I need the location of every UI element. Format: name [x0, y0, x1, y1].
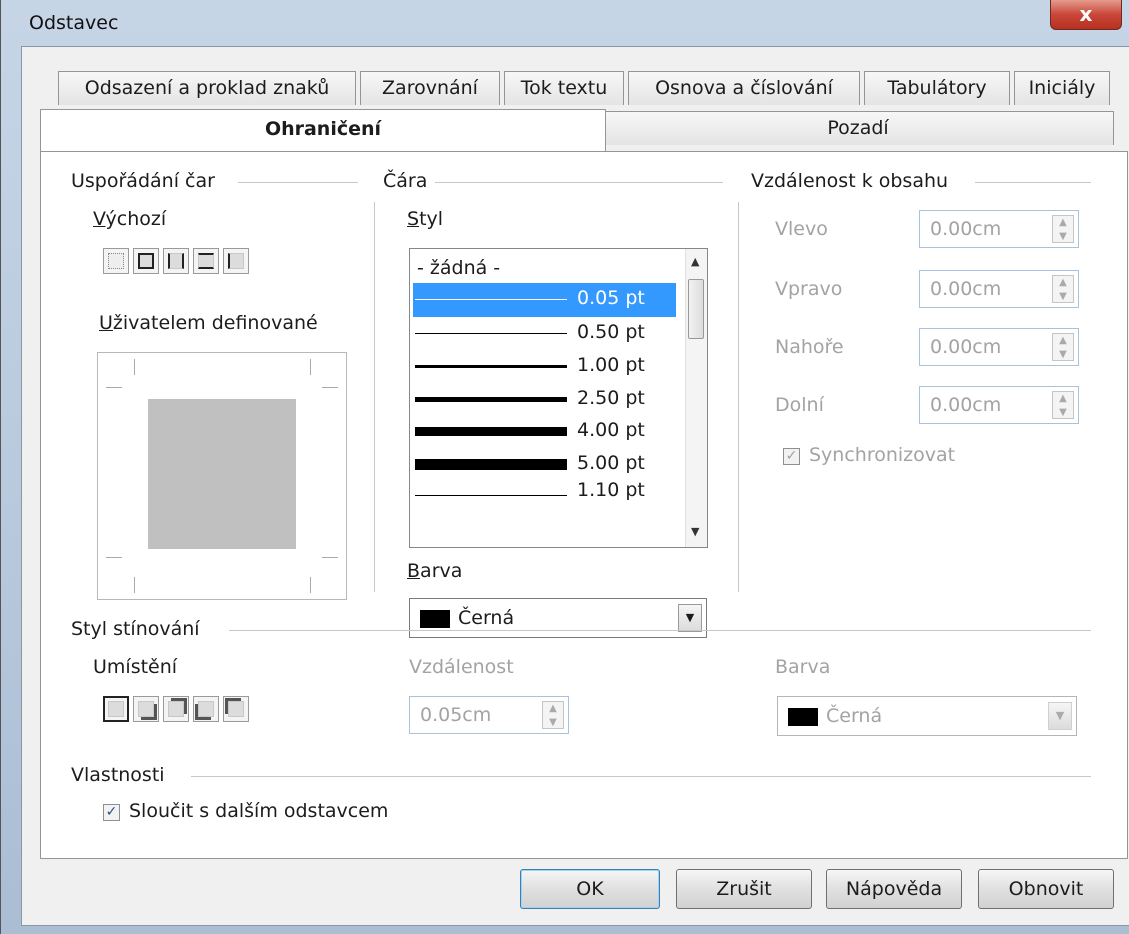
user-defined-label: Uživatelem definované — [99, 312, 318, 334]
preset-left-right-icon[interactable] — [163, 248, 189, 274]
spacing-top-field[interactable]: 0.00cm ▲ ▼ — [919, 328, 1079, 366]
dialog-window: Odstavec x Odsazení a proklad znaků Zaro… — [0, 0, 1129, 934]
preset-top-bottom-icon[interactable] — [193, 248, 219, 274]
line-arrangement-heading: Uspořádání čar — [71, 170, 215, 192]
spacing-bottom-field[interactable]: 0.00cm ▲ ▼ — [919, 386, 1079, 424]
list-item[interactable]: - žádná - — [413, 253, 676, 287]
color-swatch — [788, 708, 818, 726]
spacing-heading: Vzdálenost k obsahu — [751, 170, 949, 192]
sync-checkbox[interactable]: ✓ — [783, 448, 800, 465]
shadow-color-value: Černá — [826, 705, 883, 727]
preset-left-only-icon[interactable] — [223, 248, 249, 274]
divider — [975, 182, 1091, 183]
divider — [191, 776, 1091, 777]
spacing-left-label: Vlevo — [775, 218, 828, 240]
sync-label: Synchronizovat — [809, 444, 956, 466]
list-item[interactable]: 5.00 pt — [413, 448, 676, 482]
close-button[interactable]: x — [1050, 0, 1122, 30]
shadow-distance-field[interactable]: 0.05cm ▲ ▼ — [409, 696, 569, 734]
list-scrollbar[interactable]: ▲ ▼ — [685, 249, 707, 547]
line-style-list[interactable]: - žádná - 0.05 pt 0.50 pt 1.00 pt 2.50 p… — [409, 248, 708, 548]
spacing-bottom-label: Dolní — [775, 394, 824, 416]
list-item[interactable]: 1.00 pt — [413, 350, 676, 384]
tab-text-flow[interactable]: Tok textu — [504, 71, 624, 105]
scroll-up-arrow-icon[interactable]: ▲ — [691, 255, 699, 268]
line-color-label: Barva — [407, 560, 463, 582]
merge-label: Sloučit s dalším odstavcem — [129, 800, 389, 822]
shadow-top-left-icon[interactable] — [223, 696, 249, 722]
spacing-right-field[interactable]: 0.00cm ▲ ▼ — [919, 270, 1079, 308]
shadow-color-select[interactable]: Černá ▼ — [777, 696, 1077, 736]
line-color-value: Černá — [458, 607, 515, 629]
tab-outline-numbering[interactable]: Osnova a číslování — [628, 71, 860, 105]
tab-borders[interactable]: Ohraničení — [40, 109, 606, 151]
shadow-color-label: Barva — [775, 656, 831, 678]
divider — [238, 182, 358, 183]
list-item[interactable]: 1.10 pt — [413, 479, 676, 515]
tab-indents-spacing[interactable]: Odsazení a proklad znaků — [58, 71, 356, 105]
merge-checkbox[interactable]: ✓ — [103, 804, 120, 821]
divider — [229, 630, 1091, 631]
reset-button[interactable]: Obnovit — [978, 869, 1114, 909]
dialog-body: Odsazení a proklad znaků Zarovnání Tok t… — [21, 46, 1129, 926]
spacing-right-label: Vpravo — [775, 278, 843, 300]
preview-paragraph-box — [148, 399, 296, 549]
line-color-select[interactable]: Černá ▼ — [409, 598, 707, 638]
shadow-distance-label: Vzdálenost — [409, 656, 514, 678]
shadow-bottom-right-icon[interactable] — [133, 696, 159, 722]
scroll-thumb[interactable] — [688, 279, 704, 339]
shadow-heading: Styl stínování — [71, 618, 200, 640]
divider — [374, 202, 375, 592]
scroll-down-arrow-icon[interactable]: ▼ — [691, 525, 699, 538]
spacing-left-field[interactable]: 0.00cm ▲ ▼ — [919, 210, 1079, 248]
border-preview[interactable] — [97, 352, 347, 600]
tab-drop-caps[interactable]: Iniciály — [1014, 71, 1110, 105]
chevron-down-icon[interactable]: ▼ — [1048, 702, 1072, 730]
shadow-bottom-left-icon[interactable] — [193, 696, 219, 722]
shadow-position-label: Umístění — [93, 656, 178, 678]
divider — [435, 182, 723, 183]
tab-alignment[interactable]: Zarovnání — [360, 71, 500, 105]
preset-box-icon[interactable] — [133, 248, 159, 274]
preset-none-icon[interactable] — [103, 248, 129, 274]
line-heading: Čára — [383, 170, 428, 192]
title-bar: Odstavec — [7, 0, 1129, 44]
help-button[interactable]: Nápověda — [826, 869, 962, 909]
color-swatch — [420, 610, 450, 628]
list-item[interactable]: 0.05 pt — [413, 283, 676, 317]
shadow-none-icon[interactable] — [103, 696, 129, 722]
list-item[interactable]: 0.50 pt — [413, 317, 676, 351]
list-item[interactable]: 2.50 pt — [413, 383, 676, 417]
tab-background[interactable]: Pozadí — [602, 111, 1114, 145]
window-title: Odstavec — [29, 12, 119, 34]
shadow-top-right-icon[interactable] — [163, 696, 189, 722]
tab-tabs[interactable]: Tabulátory — [864, 71, 1010, 105]
list-item[interactable]: 4.00 pt — [413, 415, 676, 449]
style-label: Styl — [407, 208, 444, 230]
spacing-top-label: Nahoře — [775, 336, 844, 358]
ok-button[interactable]: OK — [520, 869, 660, 909]
cancel-button[interactable]: Zrušit — [676, 869, 812, 909]
divider — [738, 202, 739, 592]
chevron-down-icon[interactable]: ▼ — [678, 604, 702, 632]
default-label: Výchozí — [93, 208, 167, 230]
borders-panel: Uspořádání čar Výchozí Uživatelem defino… — [40, 151, 1128, 859]
properties-heading: Vlastnosti — [71, 764, 165, 786]
